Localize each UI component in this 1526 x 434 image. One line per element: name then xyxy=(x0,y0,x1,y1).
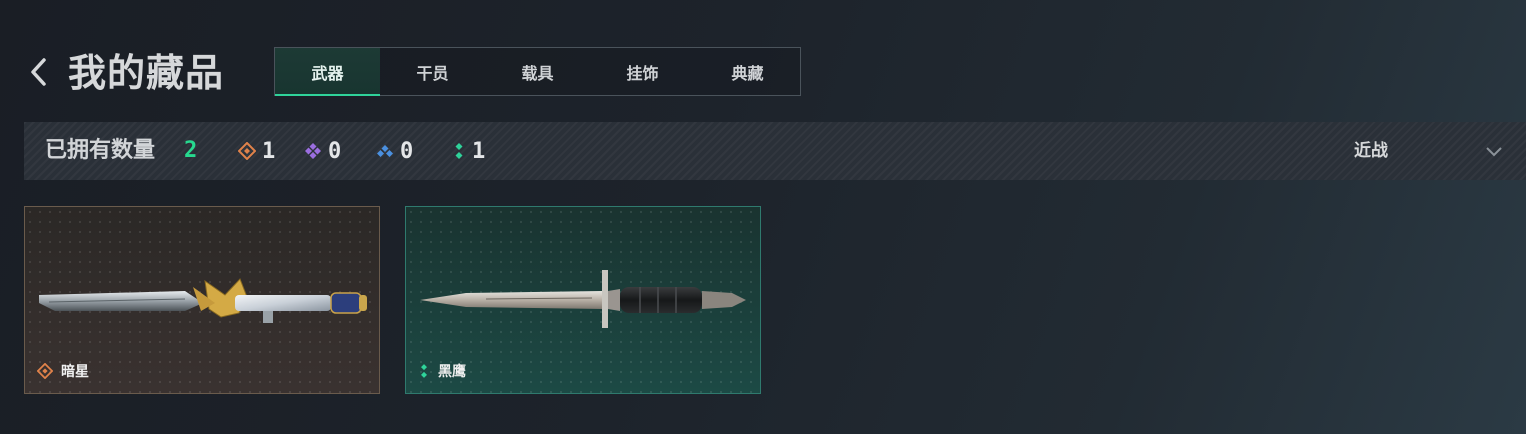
tab-vehicles[interactable]: 载具 xyxy=(485,48,590,95)
item-name: 暗星 xyxy=(61,364,89,380)
rarity-count-value: 1 xyxy=(262,138,276,164)
rarity-count-value: 0 xyxy=(400,138,414,164)
rarity-count-orange: 1 xyxy=(238,135,275,167)
orange-rarity-icon xyxy=(37,363,53,379)
owned-count-total: 2 xyxy=(184,138,198,163)
tab-collection[interactable]: 典藏 xyxy=(695,48,800,95)
collection-summary-bar: 已拥有数量 2 1 0 0 1 近战 xyxy=(24,122,1526,180)
chevron-down-icon xyxy=(1486,147,1502,157)
collection-item-card[interactable]: 黑鹰 xyxy=(405,206,761,394)
rarity-count-value: 0 xyxy=(328,138,342,164)
dropdown-toggle[interactable] xyxy=(1484,141,1504,161)
header-bar: 我的藏品 武器 干员 载具 挂饰 典藏 xyxy=(0,0,1526,110)
rarity-count-value: 1 xyxy=(472,138,486,164)
purple-rarity-icon xyxy=(305,143,321,159)
green-rarity-icon xyxy=(421,364,427,378)
rarity-count-green: 1 xyxy=(452,135,485,167)
item-name: 黑鹰 xyxy=(438,364,466,380)
owned-count-label: 已拥有数量 xyxy=(45,138,156,163)
tab-charms[interactable]: 挂饰 xyxy=(590,48,695,95)
chevron-left-icon xyxy=(31,58,46,86)
orange-rarity-icon xyxy=(238,142,256,160)
item-label: 暗星 xyxy=(37,361,89,381)
blue-rarity-icon xyxy=(377,145,393,157)
category-tabs: 武器 干员 载具 挂饰 典藏 xyxy=(274,47,801,96)
collection-item-card[interactable]: 暗星 xyxy=(24,206,380,394)
category-filter-dropdown[interactable]: 近战 xyxy=(1354,135,1388,167)
item-label: 黑鹰 xyxy=(418,361,466,381)
rarity-count-blue: 0 xyxy=(376,135,413,167)
page-title: 我的藏品 xyxy=(68,51,225,95)
rarity-count-purple: 0 xyxy=(304,135,341,167)
tab-operators[interactable]: 干员 xyxy=(380,48,485,95)
green-rarity-icon xyxy=(455,143,463,159)
tab-weapons[interactable]: 武器 xyxy=(275,48,380,96)
back-button[interactable] xyxy=(26,54,52,90)
